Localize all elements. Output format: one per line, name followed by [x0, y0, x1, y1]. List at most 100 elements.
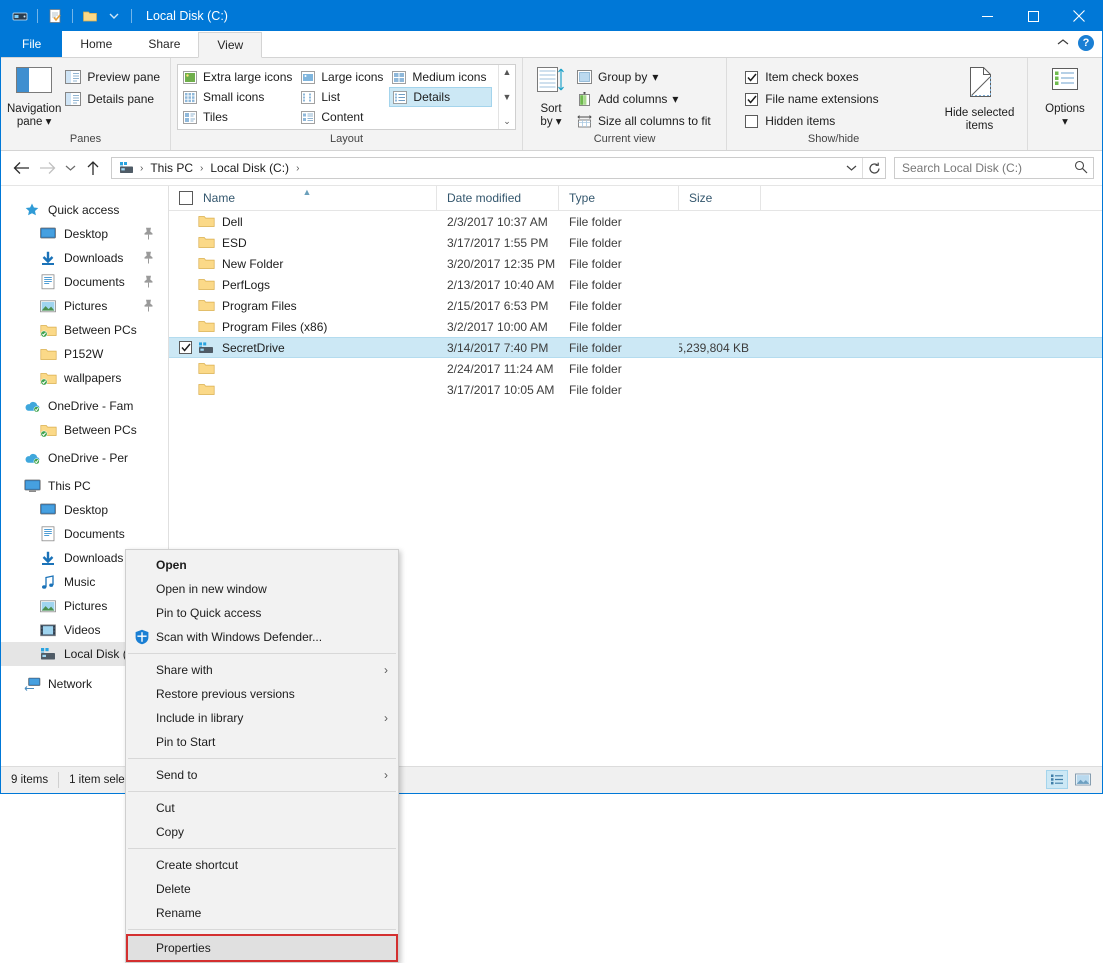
select-all-checkbox[interactable] — [179, 191, 193, 205]
add-columns-button[interactable]: Add columns ▾ — [573, 88, 715, 110]
sidebar-item-this-pc[interactable]: This PC — [1, 474, 168, 498]
layout-details[interactable]: Details — [389, 87, 493, 107]
sidebar-item-between-pcs[interactable]: Between PCs — [1, 318, 168, 342]
pin-icon[interactable] — [143, 299, 154, 315]
tab-view[interactable]: View — [198, 32, 263, 58]
context-menu-item-scan-with-defender[interactable]: Scan with Windows Defender... — [126, 625, 398, 649]
column-header-type[interactable]: Type — [559, 186, 679, 210]
context-menu-item-copy[interactable]: Copy — [126, 820, 398, 844]
breadcrumb-separator[interactable]: › — [292, 163, 303, 174]
navigation-pane-button[interactable]: Navigation pane ▾ — [7, 62, 61, 132]
recent-locations-button[interactable] — [61, 156, 79, 180]
new-folder-icon[interactable] — [79, 5, 101, 27]
sidebar-item-quick-access[interactable]: Quick access — [1, 198, 168, 222]
sidebar-item-pictures[interactable]: Pictures — [1, 294, 168, 318]
scroll-down-icon[interactable]: ▼ — [503, 92, 512, 102]
large-icons-view-button[interactable] — [1072, 770, 1094, 789]
table-row[interactable]: 2/24/2017 11:24 AM File folder — [169, 358, 1102, 379]
context-menu-item-share-with[interactable]: Share with › — [126, 658, 398, 682]
layout-tiles[interactable]: Tiles — [180, 107, 298, 127]
context-menu-item-rename[interactable]: Rename — [126, 901, 398, 925]
drive-icon[interactable] — [9, 5, 31, 27]
sidebar-item-wallpapers[interactable]: wallpapers — [1, 366, 168, 390]
layout-small-icons[interactable]: Small icons — [180, 87, 298, 107]
tab-home[interactable]: Home — [62, 31, 130, 57]
chevron-down-icon[interactable]: ▾ — [556, 116, 562, 128]
minimize-button[interactable] — [964, 1, 1010, 31]
layout-medium-icons[interactable]: Medium icons — [389, 67, 492, 87]
chevron-down-icon[interactable]: ▾ — [1062, 116, 1068, 129]
details-view-button[interactable] — [1046, 770, 1068, 789]
sort-by-button[interactable]: Sort by ▾ — [529, 62, 573, 132]
breadcrumb-this-pc[interactable]: This PC — [147, 161, 196, 175]
options-button[interactable]: Options ▾ — [1034, 62, 1096, 132]
scroll-up-icon[interactable]: ▲ — [503, 67, 512, 77]
chevron-down-icon[interactable]: ▾ — [46, 116, 52, 128]
sidebar-item-p152w[interactable]: P152W — [1, 342, 168, 366]
checkbox-checked-icon[interactable] — [745, 70, 759, 84]
preview-pane-button[interactable]: Preview pane — [61, 66, 164, 88]
scroll-more-icon[interactable]: ⌄ — [503, 116, 511, 127]
search-input[interactable]: Search Local Disk (C:) — [894, 157, 1094, 179]
pin-icon[interactable] — [143, 275, 154, 291]
back-button[interactable] — [9, 156, 33, 180]
context-menu-item-create-shortcut[interactable]: Create shortcut — [126, 853, 398, 877]
help-icon[interactable]: ? — [1078, 35, 1094, 51]
close-button[interactable] — [1056, 1, 1102, 31]
sidebar-item-downloads[interactable]: Downloads — [1, 246, 168, 270]
context-menu-item-send-to[interactable]: Send to › — [126, 763, 398, 787]
forward-button[interactable] — [35, 156, 59, 180]
layout-list[interactable]: List — [298, 87, 389, 107]
table-row-selected[interactable]: SecretDrive 3/14/2017 7:40 PM File folde… — [169, 337, 1102, 358]
context-menu-item-restore-previous-versions[interactable]: Restore previous versions — [126, 682, 398, 706]
sidebar-item-onedrive-personal[interactable]: OneDrive - Per — [1, 446, 168, 470]
hidden-items-option[interactable]: Hidden items — [741, 110, 882, 132]
maximize-button[interactable] — [1010, 1, 1056, 31]
checkbox-checked-icon[interactable] — [745, 92, 759, 106]
column-header-size[interactable]: Size — [679, 186, 761, 210]
table-row[interactable]: ESD 3/17/2017 1:55 PM File folder — [169, 232, 1102, 253]
context-menu-item-cut[interactable]: Cut — [126, 796, 398, 820]
table-row[interactable]: PerfLogs 2/13/2017 10:40 AM File folder — [169, 274, 1102, 295]
checkbox-unchecked-icon[interactable] — [745, 114, 759, 128]
sidebar-item-onedrive-family[interactable]: OneDrive - Fam — [1, 394, 168, 418]
tab-file[interactable]: File — [1, 31, 63, 57]
context-menu-item-pin-to-start[interactable]: Pin to Start — [126, 730, 398, 754]
context-menu-item-open-in-new-window[interactable]: Open in new window — [126, 577, 398, 601]
table-row[interactable]: 3/17/2017 10:05 AM File folder — [169, 379, 1102, 400]
properties-icon[interactable] — [44, 5, 66, 27]
column-header-date-modified[interactable]: Date modified — [437, 186, 559, 210]
chevron-down-icon[interactable]: ▾ — [672, 92, 678, 106]
context-menu-item-delete[interactable]: Delete — [126, 877, 398, 901]
sidebar-item-onedrive-between-pcs[interactable]: Between PCs — [1, 418, 168, 442]
customize-chevron-icon[interactable] — [103, 5, 125, 27]
context-menu-item-properties[interactable]: Properties — [126, 934, 398, 962]
group-by-button[interactable]: Group by ▾ — [573, 66, 715, 88]
tab-share[interactable]: Share — [130, 31, 198, 57]
sidebar-item-this-pc-desktop[interactable]: Desktop — [1, 498, 168, 522]
context-menu-item-pin-to-quick-access[interactable]: Pin to Quick access — [126, 601, 398, 625]
up-button[interactable] — [81, 156, 105, 180]
breadcrumb-local-disk[interactable]: Local Disk (C:) — [207, 161, 292, 175]
layout-content[interactable]: Content — [298, 107, 389, 127]
chevron-up-icon[interactable] — [1057, 38, 1069, 49]
context-menu-item-open[interactable]: Open — [126, 553, 398, 577]
table-row[interactable]: New Folder 3/20/2017 12:35 PM File folde… — [169, 253, 1102, 274]
context-menu-item-include-in-library[interactable]: Include in library › — [126, 706, 398, 730]
breadcrumb-separator[interactable]: › — [196, 163, 207, 174]
search-icon[interactable] — [1074, 160, 1088, 177]
layout-gallery-scrollbar[interactable]: ▲ ▼ ⌄ — [498, 65, 515, 129]
refresh-icon[interactable] — [862, 158, 885, 178]
file-name-extensions-option[interactable]: File name extensions — [741, 88, 882, 110]
address-dropdown-icon[interactable] — [840, 158, 862, 178]
breadcrumb-separator[interactable]: › — [136, 163, 147, 174]
table-row[interactable]: Dell 2/3/2017 10:37 AM File folder — [169, 211, 1102, 232]
breadcrumb[interactable]: › This PC › Local Disk (C:) › — [111, 157, 886, 179]
layout-extra-large-icons[interactable]: Extra large icons — [180, 67, 298, 87]
sidebar-item-this-pc-documents[interactable]: Documents — [1, 522, 168, 546]
sidebar-item-documents[interactable]: Documents — [1, 270, 168, 294]
details-pane-button[interactable]: Details pane — [61, 88, 164, 110]
table-row[interactable]: Program Files 2/15/2017 6:53 PM File fol… — [169, 295, 1102, 316]
hide-selected-items-button[interactable]: Hide selected items — [938, 62, 1021, 133]
sidebar-item-desktop[interactable]: Desktop — [1, 222, 168, 246]
